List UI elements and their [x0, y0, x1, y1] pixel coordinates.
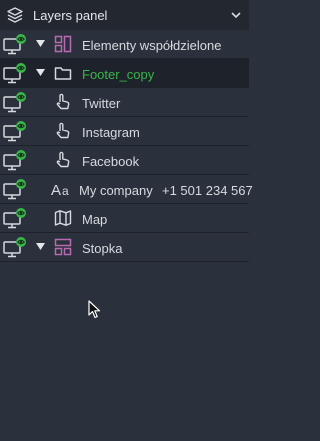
- monitor-visibility-icon[interactable]: [2, 33, 28, 56]
- svg-text:a: a: [62, 184, 69, 198]
- expand-arrow-icon[interactable]: [36, 69, 45, 77]
- components-icon: [54, 238, 72, 256]
- layer-label: Stopka: [82, 241, 123, 256]
- layers-list: Elementy współdzielone Footer_copy Twitt…: [0, 30, 253, 262]
- layer-row-stopka[interactable]: Stopka: [0, 233, 249, 262]
- panel-title: Layers panel: [33, 8, 108, 23]
- monitor-visibility-icon[interactable]: [2, 149, 28, 172]
- layer-label: My company: [79, 183, 153, 198]
- layers-panel-header: Layers panel: [0, 0, 249, 30]
- layer-text-preview: +1 501 234 567: [162, 183, 253, 198]
- monitor-visibility-icon[interactable]: [2, 62, 28, 85]
- layer-row-map[interactable]: Map: [0, 204, 249, 233]
- monitor-visibility-icon[interactable]: [2, 207, 28, 230]
- layer-row-facebook[interactable]: Facebook: [0, 146, 249, 175]
- monitor-visibility-icon[interactable]: [2, 178, 28, 201]
- layer-row-my-company[interactable]: A a My company +1 501 234 567: [0, 175, 253, 204]
- chevron-down-icon[interactable]: [229, 8, 243, 22]
- svg-text:A: A: [51, 182, 61, 198]
- layer-label: Map: [82, 212, 108, 227]
- expand-arrow-icon[interactable]: [36, 40, 45, 48]
- layer-row-footer-copy[interactable]: Footer_copy: [0, 59, 249, 88]
- hand-pointer-icon: [56, 93, 70, 110]
- map-icon: [54, 210, 72, 226]
- layer-row-shared-elements[interactable]: Elementy współdzielone: [0, 30, 249, 59]
- layer-row-instagram[interactable]: Instagram: [0, 117, 249, 146]
- hand-pointer-icon: [56, 122, 70, 139]
- folder-icon: [54, 67, 72, 80]
- hand-pointer-icon: [56, 151, 70, 168]
- mouse-cursor-icon: [88, 300, 101, 319]
- text-icon: A a: [51, 182, 69, 198]
- layer-label: Footer_copy: [82, 67, 155, 82]
- monitor-visibility-icon[interactable]: [2, 236, 28, 259]
- monitor-visibility-icon[interactable]: [2, 91, 28, 114]
- shared-components-icon: [54, 35, 72, 53]
- layers-icon: [7, 7, 23, 23]
- expand-arrow-icon[interactable]: [36, 243, 45, 251]
- layer-label: Twitter: [82, 96, 121, 111]
- monitor-visibility-icon[interactable]: [2, 120, 28, 143]
- layer-row-twitter[interactable]: Twitter: [0, 88, 249, 117]
- layer-label: Elementy współdzielone: [82, 38, 222, 53]
- layer-label: Facebook: [82, 154, 140, 169]
- layer-label: Instagram: [82, 125, 140, 140]
